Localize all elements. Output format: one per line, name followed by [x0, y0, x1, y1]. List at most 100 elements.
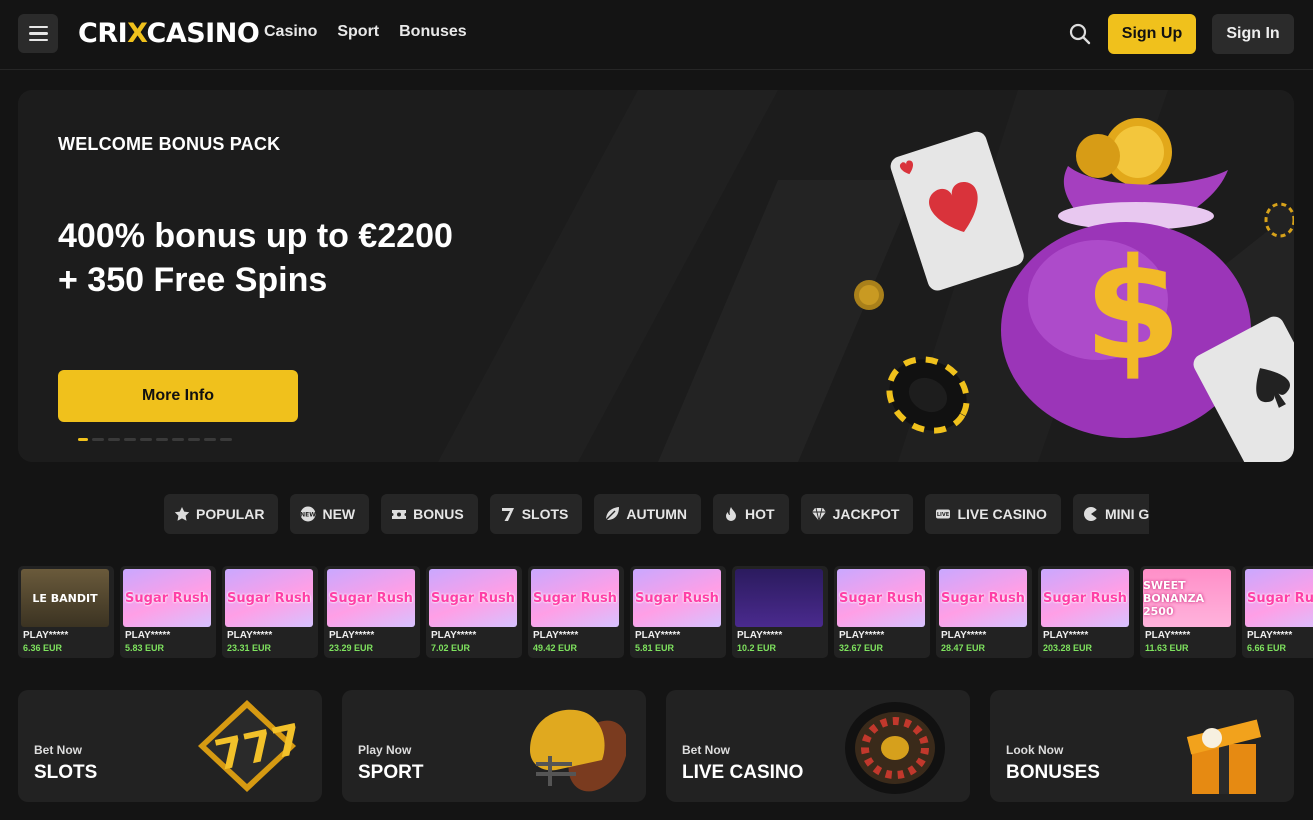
- roulette-icon: [845, 702, 945, 794]
- category-mini-games[interactable]: MINI GAMES: [1072, 494, 1149, 534]
- hamburger-line: [28, 25, 48, 29]
- carousel-dot[interactable]: [156, 438, 168, 441]
- game-amount: 6.66 EUR: [1247, 643, 1287, 653]
- category-autumn[interactable]: AUTUMN: [594, 494, 702, 534]
- logo-text-pre: CRI: [78, 18, 128, 49]
- more-info-button[interactable]: More Info: [58, 370, 298, 422]
- game-title: PLAY*****: [431, 630, 477, 641]
- carousel-dot[interactable]: [92, 438, 104, 441]
- nav-bonuses[interactable]: Bonuses: [399, 23, 467, 41]
- game-tile[interactable]: Sugar Rush PLAY***** 28.47 EUR: [936, 566, 1032, 658]
- main-nav: Casino Sport Bonuses: [264, 23, 467, 41]
- game-title: PLAY*****: [125, 630, 171, 641]
- carousel-dot[interactable]: [140, 438, 152, 441]
- promo-small-label: Look Now: [1006, 743, 1064, 757]
- welcome-banner[interactable]: $ WELCOME BONUS PACK 400% bonus up to €2…: [18, 90, 1294, 462]
- diamond-icon: [811, 507, 826, 522]
- new-badge-icon: NEW: [301, 506, 316, 522]
- category-live-casino[interactable]: LIVE LIVE CASINO: [925, 494, 1061, 534]
- game-art-text: Sugar Rush: [431, 590, 515, 606]
- crixcasino-logo[interactable]: CRIXCASINO: [78, 18, 260, 50]
- game-tile[interactable]: Sugar Rush PLAY***** 6.66 EUR: [1242, 566, 1313, 658]
- carousel-dot[interactable]: [188, 438, 200, 441]
- game-art-text: LE BANDIT: [32, 591, 98, 605]
- game-tile[interactable]: Sugar Rush PLAY***** 5.81 EUR: [630, 566, 726, 658]
- game-thumbnail: SWEET BONANZA 2500: [1143, 569, 1231, 627]
- banner-eyebrow: WELCOME BONUS PACK: [58, 134, 281, 154]
- game-thumbnail: LE BANDIT: [21, 569, 109, 627]
- mini-games-icon: [1083, 507, 1098, 521]
- game-amount: 23.31 EUR: [227, 643, 272, 653]
- leaf-icon: [605, 507, 620, 521]
- carousel-dot[interactable]: [124, 438, 136, 441]
- banner-headline: 400% bonus up to €2200: [58, 217, 453, 255]
- gift-box-icon: [1186, 705, 1262, 794]
- game-tile[interactable]: Sugar Rush PLAY***** 23.29 EUR: [324, 566, 420, 658]
- category-label: MINI GAMES: [1104, 506, 1149, 522]
- banner-subheadline: + 350 Free Spins: [58, 261, 328, 299]
- game-tile[interactable]: Sugar Rush PLAY***** 49.42 EUR: [528, 566, 624, 658]
- sign-in-button[interactable]: Sign In: [1212, 14, 1294, 54]
- game-thumbnail: Sugar Rush: [1245, 569, 1313, 627]
- game-tile[interactable]: PLAY***** 10.2 EUR: [732, 566, 828, 658]
- game-title: PLAY*****: [941, 630, 987, 641]
- category-jackpot[interactable]: JACKPOT: [800, 494, 914, 534]
- game-tile[interactable]: LE BANDIT PLAY***** 6.36 EUR: [18, 566, 114, 658]
- promo-small-label: Bet Now: [34, 743, 82, 757]
- carousel-dot[interactable]: [172, 438, 184, 441]
- game-tile[interactable]: Sugar Rush PLAY***** 32.67 EUR: [834, 566, 930, 658]
- seven-icon: [501, 508, 514, 521]
- game-thumbnail: Sugar Rush: [123, 569, 211, 627]
- nav-casino[interactable]: Casino: [264, 23, 317, 41]
- svg-text:$: $: [1084, 229, 1181, 392]
- sign-up-button[interactable]: Sign Up: [1108, 14, 1196, 54]
- nav-sport[interactable]: Sport: [337, 23, 379, 41]
- game-tile[interactable]: SWEET BONANZA 2500 PLAY***** 11.63 EUR: [1140, 566, 1236, 658]
- menu-button[interactable]: [18, 14, 58, 53]
- promo-card-live-casino[interactable]: Bet Now LIVE CASINO: [666, 690, 970, 802]
- game-art-text: Sugar Rush: [941, 590, 1025, 606]
- game-title: PLAY*****: [737, 630, 783, 641]
- game-art-text: Sugar Rush: [125, 590, 209, 606]
- category-label: HOT: [745, 506, 775, 522]
- game-title: PLAY*****: [329, 630, 375, 641]
- game-tile[interactable]: Sugar Rush PLAY***** 5.83 EUR: [120, 566, 216, 658]
- category-label: BONUS: [413, 506, 464, 522]
- game-art-text: Sugar Rush: [533, 590, 617, 606]
- flame-icon: [726, 507, 737, 521]
- promo-card-sport[interactable]: Play Now SPORT: [342, 690, 646, 802]
- game-title: PLAY*****: [23, 630, 69, 641]
- game-art-text: SWEET BONANZA 2500: [1143, 578, 1205, 618]
- game-title: PLAY*****: [1247, 630, 1293, 641]
- hamburger-line: [28, 38, 48, 42]
- game-tile[interactable]: Sugar Rush PLAY***** 203.28 EUR: [1038, 566, 1134, 658]
- category-slots[interactable]: SLOTS: [489, 494, 583, 534]
- promo-cards: 777 Bet Now SLOTS Play Now SPORT Bet Now…: [18, 690, 1294, 802]
- promo-card-slots[interactable]: 777 Bet Now SLOTS: [18, 690, 322, 802]
- game-title: PLAY*****: [1145, 630, 1191, 641]
- search-icon[interactable]: [1068, 22, 1092, 46]
- category-bonus[interactable]: BONUS: [381, 494, 478, 534]
- category-new[interactable]: NEW NEW: [290, 494, 370, 534]
- game-title: PLAY*****: [839, 630, 885, 641]
- football-helmet-icon: [530, 709, 626, 792]
- hamburger-line: [28, 32, 48, 35]
- carousel-dot[interactable]: [108, 438, 120, 441]
- live-icon: LIVE: [936, 509, 951, 519]
- game-thumbnail: Sugar Rush: [225, 569, 313, 627]
- game-thumbnail: Sugar Rush: [429, 569, 517, 627]
- category-label: SLOTS: [521, 506, 569, 522]
- category-hot[interactable]: HOT: [713, 494, 789, 534]
- game-art-text: Sugar Rush: [227, 590, 311, 606]
- game-title: PLAY*****: [635, 630, 681, 641]
- carousel-dot[interactable]: [220, 438, 232, 441]
- promo-card-bonuses[interactable]: Look Now BONUSES: [990, 690, 1294, 802]
- carousel-dot[interactable]: [204, 438, 216, 441]
- carousel-dots: [78, 438, 232, 441]
- category-popular[interactable]: POPULAR: [164, 494, 279, 534]
- carousel-dot[interactable]: [78, 438, 88, 441]
- game-tile[interactable]: Sugar Rush PLAY***** 7.02 EUR: [426, 566, 522, 658]
- category-label: JACKPOT: [832, 506, 900, 522]
- game-art-text: Sugar Rush: [1043, 590, 1127, 606]
- game-tile[interactable]: Sugar Rush PLAY***** 23.31 EUR: [222, 566, 318, 658]
